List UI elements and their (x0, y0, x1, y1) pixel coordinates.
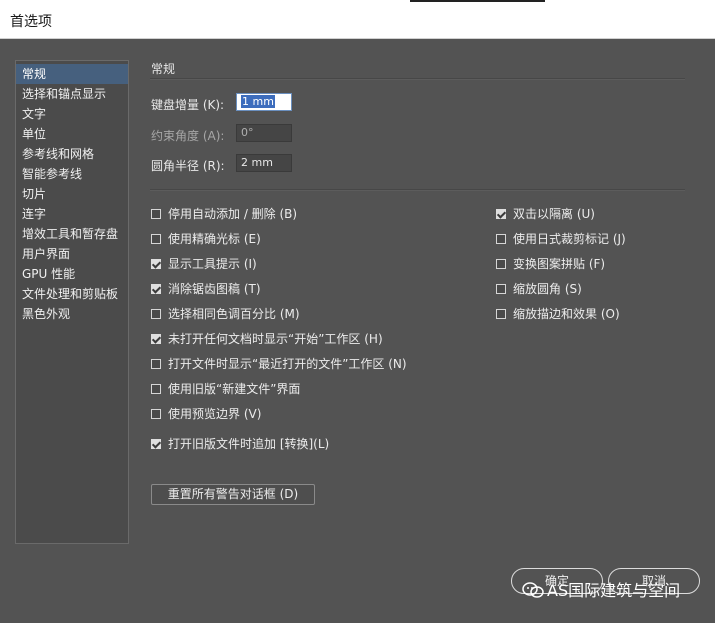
option-checkbox[interactable]: 选择相同色调百分比 (M) (151, 305, 300, 323)
option-checkbox[interactable]: 使用精确光标 (E) (151, 230, 261, 248)
option-label: 使用精确光标 (E) (168, 232, 261, 246)
option-checkbox[interactable]: 未打开任何文档时显示“开始”工作区 (H) (151, 330, 383, 348)
window-title: 首选项 (10, 14, 52, 30)
option-label: 使用旧版“新建文件”界面 (168, 382, 301, 396)
option-label: 缩放描边和效果 (O) (513, 307, 620, 321)
option-checkbox[interactable]: 打开文件时显示“最近打开的文件”工作区 (N) (151, 355, 407, 373)
checkbox-unchecked-icon[interactable] (151, 409, 161, 419)
option-label: 使用日式裁剪标记 (J) (513, 232, 626, 246)
checkbox-checked-icon[interactable] (496, 209, 506, 219)
category-list[interactable]: 常规 选择和锚点显示 文字 单位 参考线和网格 智能参考线 切片 连字 增效工具和暂存盘 用户界面… (15, 60, 129, 544)
watermark: AS国际建筑与空间 (522, 578, 680, 604)
option-checkbox[interactable]: 使用旧版“新建文件”界面 (151, 380, 300, 398)
keyboard-increment-value: 1 mm (241, 95, 275, 108)
constrain-angle-label: 约束角度 (A): (151, 129, 225, 143)
checkbox-unchecked-icon[interactable] (496, 284, 506, 294)
titlebar-top-mark (410, 0, 545, 2)
checkbox-unchecked-icon[interactable] (496, 234, 506, 244)
section-title: 常规 (151, 62, 176, 76)
checkbox-unchecked-icon[interactable] (151, 384, 161, 394)
checkbox-unchecked-icon[interactable] (496, 259, 506, 269)
sidebar-item[interactable]: 增效工具和暂存盘 (16, 224, 128, 244)
keyboard-increment-label: 键盘增量 (K): (151, 98, 225, 112)
option-label: 未打开任何文档时显示“开始”工作区 (H) (168, 332, 383, 346)
option-label: 使用预览边界 (V) (168, 407, 262, 421)
checkbox-unchecked-icon[interactable] (496, 309, 506, 319)
option-label: 缩放圆角 (S) (513, 282, 582, 296)
sidebar-item[interactable]: GPU 性能 (16, 264, 128, 284)
option-checkbox[interactable]: 消除锯齿图稿 (T) (151, 280, 261, 298)
option-label: 消除锯齿图稿 (T) (168, 282, 261, 296)
checkbox-unchecked-icon[interactable] (151, 234, 161, 244)
wechat-icon (522, 582, 544, 598)
option-label: 显示工具提示 (I) (168, 257, 257, 271)
corner-radius-label: 圆角半径 (R): (151, 159, 225, 173)
checkbox-checked-icon[interactable] (151, 259, 161, 269)
corner-radius-input[interactable]: 2 mm (236, 154, 292, 172)
sidebar-item[interactable]: 切片 (16, 184, 128, 204)
checkbox-checked-icon[interactable] (151, 439, 161, 449)
option-checkbox[interactable]: 双击以隔离 (U) (496, 205, 595, 223)
option-label: 变换图案拼贴 (F) (513, 257, 606, 271)
sidebar-item[interactable]: 文字 (16, 104, 128, 124)
category-list-items: 常规 选择和锚点显示 文字 单位 参考线和网格 智能参考线 切片 连字 增效工具和暂存盘 用户界面… (16, 61, 128, 324)
checkbox-unchecked-icon[interactable] (151, 209, 161, 219)
checkbox-unchecked-icon[interactable] (151, 359, 161, 369)
sidebar-item[interactable]: 连字 (16, 204, 128, 224)
option-checkbox[interactable]: 缩放描边和效果 (O) (496, 305, 620, 323)
option-label: 打开旧版文件时追加 [转换](L) (168, 437, 330, 451)
sidebar-item[interactable]: 文件处理和剪贴板 (16, 284, 128, 304)
option-checkbox[interactable]: 打开旧版文件时追加 [转换](L) (151, 435, 329, 453)
option-checkbox[interactable]: 使用预览边界 (V) (151, 405, 261, 423)
sidebar-item[interactable]: 用户界面 (16, 244, 128, 264)
sidebar-item[interactable]: 常规 (16, 64, 128, 84)
watermark-text: AS国际建筑与空间 (547, 581, 681, 600)
option-label: 停用自动添加 / 删除 (B) (168, 207, 298, 221)
checkbox-checked-icon[interactable] (151, 334, 161, 344)
option-label: 双击以隔离 (U) (513, 207, 595, 221)
option-checkbox[interactable]: 变换图案拼贴 (F) (496, 255, 605, 273)
section-divider-middle (150, 189, 685, 191)
option-checkbox[interactable]: 停用自动添加 / 删除 (B) (151, 205, 297, 223)
sidebar-item[interactable]: 智能参考线 (16, 164, 128, 184)
checkbox-unchecked-icon[interactable] (151, 309, 161, 319)
sidebar-item[interactable]: 参考线和网格 (16, 144, 128, 164)
window-titlebar: 首选项 (0, 0, 715, 39)
option-checkbox[interactable]: 缩放圆角 (S) (496, 280, 582, 298)
sidebar-item[interactable]: 黑色外观 (16, 304, 128, 324)
sidebar-item[interactable]: 单位 (16, 124, 128, 144)
option-checkbox[interactable]: 使用日式裁剪标记 (J) (496, 230, 626, 248)
section-divider-top (150, 78, 685, 80)
option-checkbox[interactable]: 显示工具提示 (I) (151, 255, 257, 273)
checkbox-checked-icon[interactable] (151, 284, 161, 294)
reset-warning-dialogs-button[interactable]: 重置所有警告对话框 (D) (151, 484, 315, 505)
sidebar-item[interactable]: 选择和锚点显示 (16, 84, 128, 104)
option-label: 选择相同色调百分比 (M) (168, 307, 300, 321)
keyboard-increment-input[interactable]: 1 mm (236, 93, 292, 111)
option-label: 打开文件时显示“最近打开的文件”工作区 (N) (168, 357, 407, 371)
constrain-angle-input[interactable]: 0° (236, 124, 292, 142)
